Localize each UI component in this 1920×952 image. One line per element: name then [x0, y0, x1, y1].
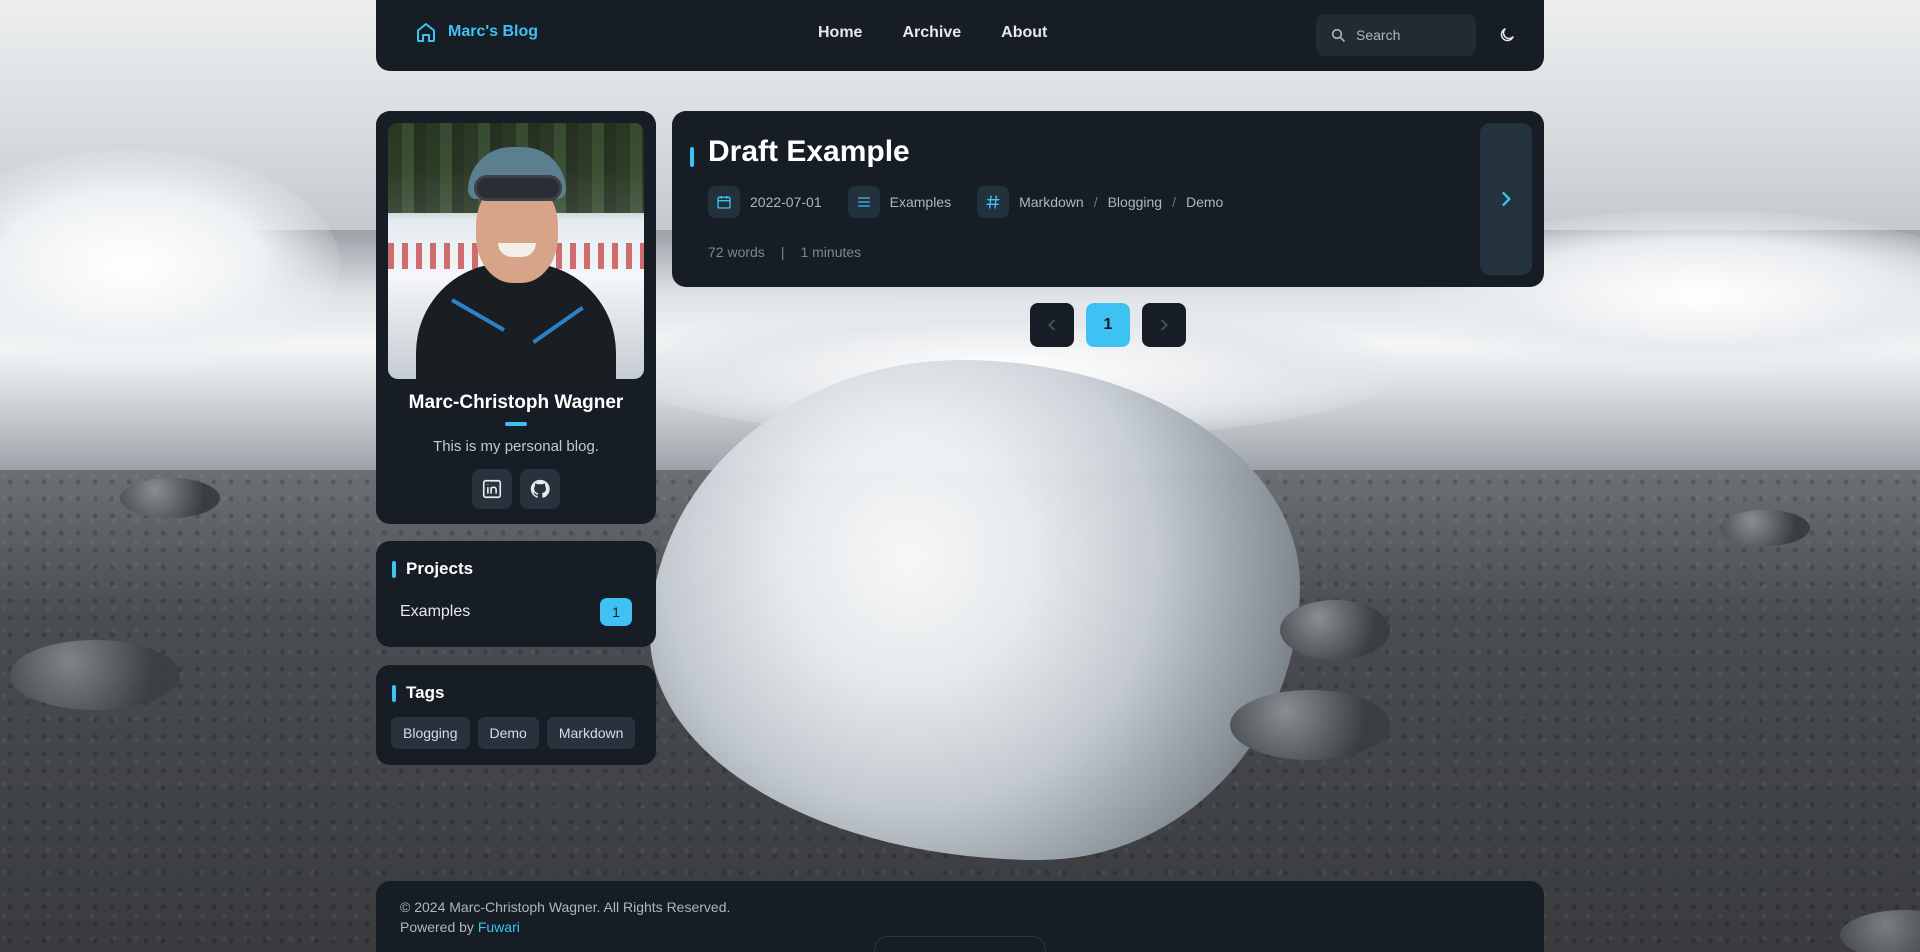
- name-underline: [505, 422, 527, 426]
- title-accent: [690, 147, 694, 167]
- post-tag-blogging[interactable]: Blogging: [1108, 194, 1163, 210]
- post-date: 2022-07-01: [750, 194, 822, 210]
- heading-accent: [392, 560, 396, 578]
- copyright-text: © 2024 Marc-Christoph Wagner. All Rights…: [400, 899, 731, 915]
- powered-prefix: Powered by: [400, 919, 478, 935]
- word-count: 72 words: [708, 244, 765, 260]
- calendar-icon: [708, 186, 740, 218]
- nav-archive[interactable]: Archive: [902, 24, 961, 42]
- post-stats: 72 words | 1 minutes: [708, 244, 861, 260]
- stats-divider: |: [780, 244, 785, 260]
- tags-heading: Tags: [392, 683, 444, 703]
- next-page-button[interactable]: [1142, 303, 1186, 347]
- tag-separator: /: [1172, 194, 1176, 210]
- profile-card: Marc-Christoph Wagner This is my persona…: [376, 111, 656, 524]
- avatar: [388, 123, 644, 379]
- search-input[interactable]: [1356, 27, 1466, 43]
- heading-accent: [392, 684, 396, 702]
- tag-markdown[interactable]: Markdown: [546, 717, 636, 749]
- projects-heading: Projects: [392, 559, 473, 579]
- moon-icon: [1500, 28, 1514, 42]
- search-icon: [1331, 28, 1345, 42]
- reading-time: 1 minutes: [800, 244, 862, 260]
- projects-title: Projects: [406, 559, 474, 578]
- post-meta: 2022-07-01 Examples Markdown / Blogging …: [708, 186, 1223, 218]
- linkedin-button[interactable]: [472, 469, 512, 509]
- brand-label: Marc's Blog: [448, 23, 539, 40]
- brand-link[interactable]: Marc's Blog: [414, 20, 538, 44]
- hash-icon: [977, 186, 1010, 218]
- chevron-right-icon: [1502, 192, 1511, 206]
- floating-toolbar[interactable]: [874, 936, 1046, 952]
- project-count-badge: 1: [600, 598, 632, 626]
- read-post-button[interactable]: [1480, 123, 1532, 275]
- prev-page-button[interactable]: [1030, 303, 1074, 347]
- post-tag-markdown[interactable]: Markdown: [1019, 194, 1084, 210]
- tag-blogging[interactable]: Blogging: [391, 717, 470, 749]
- project-label: Examples: [400, 603, 471, 620]
- navbar: Marc's Blog Home Archive About: [376, 0, 1544, 71]
- search-box[interactable]: [1316, 14, 1476, 56]
- tags-title: Tags: [406, 683, 445, 702]
- github-button[interactable]: [520, 469, 560, 509]
- category-icon: [847, 186, 880, 218]
- page-1-button[interactable]: 1: [1086, 303, 1130, 347]
- post-title[interactable]: Draft Example: [708, 135, 910, 169]
- github-icon: [530, 479, 550, 498]
- fuwari-link[interactable]: Fuwari: [478, 919, 520, 935]
- tag-list: Blogging Demo Markdown: [391, 717, 636, 749]
- profile-name: Marc-Christoph Wagner: [408, 392, 624, 413]
- chevron-left-icon: [1048, 319, 1055, 331]
- tags-widget: Tags Blogging Demo Markdown: [376, 665, 656, 765]
- profile-bio: This is my personal blog.: [433, 438, 599, 455]
- main-nav: Home Archive About: [818, 24, 1047, 42]
- pagination: 1: [1030, 303, 1186, 347]
- post-tag-demo[interactable]: Demo: [1186, 194, 1223, 210]
- nav-home[interactable]: Home: [818, 24, 862, 42]
- tag-demo[interactable]: Demo: [477, 717, 539, 749]
- home-icon: [417, 23, 435, 42]
- chevron-right-icon: [1161, 319, 1168, 331]
- theme-toggle-button[interactable]: [1494, 22, 1520, 48]
- powered-by: Powered by Fuwari: [400, 919, 520, 935]
- post-category-link[interactable]: Examples: [890, 194, 951, 210]
- linkedin-icon: [482, 479, 502, 499]
- social-links: [472, 469, 560, 509]
- project-item-examples[interactable]: Examples 1: [400, 598, 632, 626]
- tag-separator: /: [1093, 194, 1098, 210]
- projects-widget: Projects Examples 1: [376, 541, 656, 647]
- post-card: Draft Example 2022-07-01 Examples Markdo…: [672, 111, 1544, 287]
- nav-about[interactable]: About: [1001, 24, 1047, 42]
